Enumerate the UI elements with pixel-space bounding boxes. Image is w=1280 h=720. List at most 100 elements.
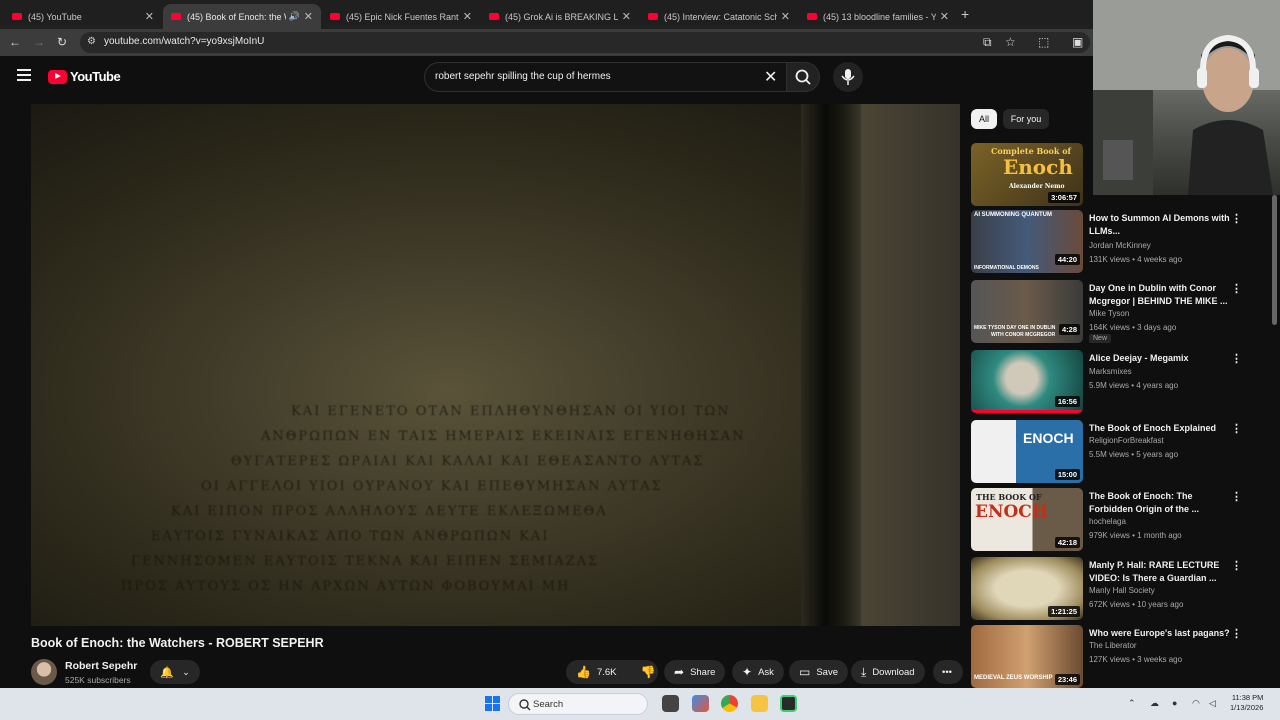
thumbnail-text: AI SUMMONING QUANTUM [974,212,1052,218]
channel-name[interactable]: Mike Tyson [1089,309,1129,318]
volume-icon[interactable]: ◁ [1209,698,1216,709]
more-actions-button[interactable]: ••• [933,660,963,684]
video-title[interactable]: Alice Deejay - Megamix [1089,352,1231,365]
chip-all[interactable]: All [971,109,997,129]
forward-arrow-icon[interactable]: → [33,35,45,49]
thumbnail-text: THE BOOK OF [976,492,1042,502]
bookmark-star-icon[interactable]: ☆ [1005,35,1016,49]
video-title[interactable]: Day One in Dublin with Conor Mcgregor | … [1089,282,1231,308]
taskbar-search-input[interactable]: Search [508,693,648,715]
more-vertical-icon[interactable]: ⋮ [1231,627,1242,640]
cloud-icon[interactable]: ☁ [1150,698,1159,709]
browser-tab-active[interactable]: (45) Book of Enoch: the Wat 🔊 ✕ [163,4,321,29]
side-panel-icon[interactable]: ▣ [1072,35,1083,49]
close-tab-icon[interactable]: ✕ [145,10,154,23]
browser-tab[interactable]: (45) 13 bloodline families - You ✕ [799,4,957,29]
browser-tab[interactable]: (45) Grok Ai is BREAKING Leag ✕ [481,4,639,29]
recommendation-item[interactable]: MEDIEVAL ZEUS WORSHIP 23:46 Who were Eur… [971,625,1242,688]
voice-search-button[interactable] [833,62,863,92]
channel-name[interactable]: ReligionForBreakfast [1089,436,1164,445]
clear-search-icon[interactable]: ✕ [764,67,777,87]
close-tab-icon[interactable]: ✕ [940,10,949,23]
channel-name[interactable]: Manly Hall Society [1089,586,1155,595]
address-bar[interactable]: ⚙ youtube.com/watch?v=yo9xsjMoInU ⧉ ☆ ⬚ … [80,32,1090,53]
notification-bell-button[interactable]: 🔔 ⌄ [150,660,200,684]
url-text[interactable]: youtube.com/watch?v=yo9xsjMoInU [104,36,264,47]
hamburger-menu-icon[interactable] [17,69,31,81]
install-app-icon[interactable]: ⧉ [983,35,992,50]
video-title[interactable]: How to Summon AI Demons with LLMs... [1089,212,1231,238]
more-vertical-icon[interactable]: ⋮ [1231,282,1242,295]
thumbs-up-icon[interactable]: 👍 [576,665,591,679]
site-info-icon[interactable]: ⚙ [87,36,96,47]
system-clock[interactable]: 11:38 PM 1/13/2026 [1230,693,1263,713]
scrollbar-thumb[interactable] [1272,195,1277,325]
close-tab-icon[interactable]: ✕ [622,10,631,23]
youtube-favicon-icon [489,13,499,20]
search-query-text[interactable]: robert sepehr spilling the cup of hermes [435,71,611,82]
video-player[interactable]: ΚΑΙ ΕΓΕΝΕΤΟ ΟΤΑΝ ΕΠΛΗΘΥΝΘΗΣΑΝ ΟΙ ΥΙΟΙ ΤΩ… [31,104,960,626]
more-vertical-icon[interactable]: ⋮ [1231,352,1242,365]
chevron-up-icon[interactable]: ⌃ [1128,698,1136,709]
channel-name[interactable]: Marksmixes [1089,367,1132,376]
video-thumbnail[interactable]: THE BOOK OF ENOCH 42:18 [971,488,1083,551]
more-vertical-icon[interactable]: ⋮ [1231,422,1242,435]
speaker-icon[interactable]: 🔊 [289,11,300,22]
channel-avatar[interactable] [31,659,57,685]
thumbs-down-icon[interactable]: 👎 [641,665,656,679]
microphone-tray-icon[interactable]: ● [1172,698,1177,708]
channel-name[interactable]: The Liberator [1089,641,1137,650]
video-thumbnail[interactable]: 1:21:25 [971,557,1083,620]
recommendation-item[interactable]: MIKE TYSON DAY ONE IN DUBLIN WITH CONOR … [971,280,1242,343]
recommendation-item[interactable]: THE BOOK OF ENOCH 42:18 The Book of Enoc… [971,488,1242,551]
youtube-logo[interactable]: YouTube [48,69,121,84]
windows-start-icon[interactable] [485,696,500,711]
tab-title: (45) Book of Enoch: the Wat [187,11,286,22]
download-button[interactable]: ⤓ Download [851,660,925,684]
browser-tab[interactable]: (45) Interview: Catatonic Schiz ✕ [640,4,798,29]
video-title[interactable]: The Book of Enoch: The Forbidden Origin … [1089,490,1231,516]
task-view-icon[interactable] [662,695,679,712]
search-input[interactable]: robert sepehr spilling the cup of hermes… [424,62,787,92]
browser-tab[interactable]: (45) YouTube ✕ [4,4,162,29]
chip-for-you[interactable]: For you [1003,109,1049,129]
file-explorer-icon[interactable] [751,695,768,712]
channel-name[interactable]: hochelaga [1089,517,1126,526]
reload-icon[interactable]: ↻ [57,35,67,49]
video-thumbnail[interactable]: MEDIEVAL ZEUS WORSHIP 23:46 [971,625,1083,688]
wifi-icon[interactable]: ◠ [1192,698,1200,709]
more-vertical-icon[interactable]: ⋮ [1231,212,1242,225]
video-thumbnail[interactable]: ENOCH 15:00 [971,420,1083,483]
recommendation-item[interactable]: 16:56 Alice Deejay - Megamix Marksmixes … [971,350,1242,413]
recommendation-item[interactable]: ENOCH 15:00 The Book of Enoch Explained … [971,420,1242,483]
close-tab-icon[interactable]: ✕ [463,10,472,23]
close-tab-icon[interactable]: ✕ [781,10,790,23]
more-vertical-icon[interactable]: ⋮ [1231,559,1242,572]
browser-tab[interactable]: (45) Epic Nick Fuentes Rant Ab ✕ [322,4,480,29]
video-thumbnail[interactable]: 16:56 [971,350,1083,413]
obs-app-icon[interactable] [780,695,797,712]
close-tab-icon[interactable]: ✕ [304,10,313,23]
extensions-icon[interactable]: ⬚ [1038,35,1049,49]
save-button[interactable]: ▭ Save [789,660,848,684]
video-title[interactable]: The Book of Enoch Explained [1089,422,1231,435]
back-arrow-icon[interactable]: ← [9,35,21,49]
video-thumbnail[interactable]: MIKE TYSON DAY ONE IN DUBLIN WITH CONOR … [971,280,1083,343]
channel-name[interactable]: Robert Sepehr [65,660,137,672]
video-title[interactable]: Manly P. Hall: RARE LECTURE VIDEO: Is Th… [1089,559,1231,585]
more-vertical-icon[interactable]: ⋮ [1231,490,1242,503]
sidebar-scrollbar[interactable] [1269,195,1280,688]
video-title[interactable]: Who were Europe's last pagans? [1089,627,1231,640]
like-count[interactable]: 7.6K [597,667,617,678]
video-thumbnail[interactable]: AI SUMMONING QUANTUM INFORMATIONAL DEMON… [971,210,1083,273]
recommendation-item[interactable]: AI SUMMONING QUANTUM INFORMATIONAL DEMON… [971,210,1242,273]
recommendation-item[interactable]: 1:21:25 Manly P. Hall: RARE LECTURE VIDE… [971,557,1242,620]
share-button[interactable]: ➦ Share [664,660,726,684]
copilot-icon[interactable] [692,695,709,712]
ask-button[interactable]: ✦ Ask [732,660,784,684]
video-thumbnail[interactable]: Complete Book of Enoch Alexander Nemo 3:… [971,143,1083,206]
new-tab-button[interactable]: + [961,6,969,22]
search-button[interactable] [786,62,820,92]
chrome-icon[interactable] [721,695,738,712]
channel-name[interactable]: Jordan McKinney [1089,241,1151,250]
